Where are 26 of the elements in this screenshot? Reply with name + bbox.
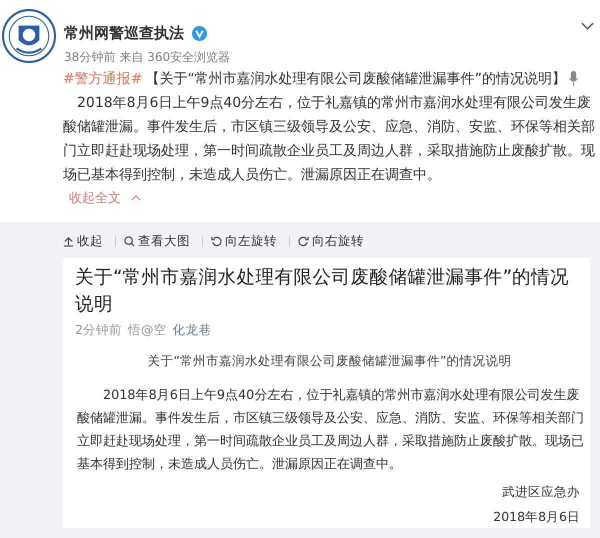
toolbar-button[interactable]: 收起: [63, 232, 107, 250]
document-title: 关于“常州市嘉润水处理有限公司废酸储罐泄漏事件”的情况说明: [146, 353, 512, 370]
source-prefix: 来自: [119, 49, 144, 66]
article-location[interactable]: 化龙巷: [172, 322, 212, 339]
post-time[interactable]: 38分钟前: [64, 49, 116, 66]
document-signature: 武进区应急办: [501, 484, 581, 501]
source-app[interactable]: 360安全浏览器: [147, 49, 230, 66]
search-icon: [124, 236, 135, 246]
article-author: 悟@空: [128, 322, 166, 339]
toolbar-button[interactable]: 查看大图: [124, 232, 194, 250]
document-date: 2018年8月6日: [492, 509, 581, 526]
post-body: 2018年8月6日上午9点40分左右，位于礼嘉镇的常州市嘉润水处理有限公司发生废酸储罐泄漏。事件发生后，市区镇三级领导及公安、应急、消防、安监、环保等相关部门立即赶赴现场处理，第一时间疏散企业员工及周边人群，采取措施防止废酸扩散。现场已基本得到控制，未造成人员伤亡。泄漏原因正在调查中。: [63, 94, 596, 185]
toolbar-button[interactable]: 向左旋转: [211, 232, 281, 250]
upload-arrow-icon: [63, 236, 74, 246]
rotate-right-icon: [298, 236, 309, 246]
author-name[interactable]: 常州网警巡查执法: [64, 24, 184, 43]
article-title: 关于“常州市嘉润水处理有限公司废酸储罐泄漏事件”的情况说明: [75, 266, 570, 317]
avatar-emblem-icon[interactable]: [2, 9, 56, 63]
chevron-down-icon[interactable]: [581, 22, 594, 30]
rotate-left-icon: [211, 236, 222, 246]
post-headline: 【关于“常州市嘉润水处理有限公司废酸储罐泄漏事件”的情况说明】: [145, 70, 566, 88]
microphone-icon: [568, 71, 578, 87]
article-time: 2分钟前: [75, 322, 122, 339]
caret-up-icon: [131, 195, 141, 201]
toolbar-button[interactable]: 向右旋转: [298, 232, 368, 250]
document-body: 2018年8月6日上午9点40分左右，位于礼嘉镇的常州市嘉润水处理有限公司发生废酸储罐泄漏。事件发生后，市区镇三级领导及公安、应急、消防、安监、环保等相关部门立即赶赴现场处理，第一时间疏散企业员工及周边人群，采取措施防止废酸扩散。现场已基本得到控制，未造成人员伤亡。泄漏原因正在调查中。: [77, 387, 584, 474]
